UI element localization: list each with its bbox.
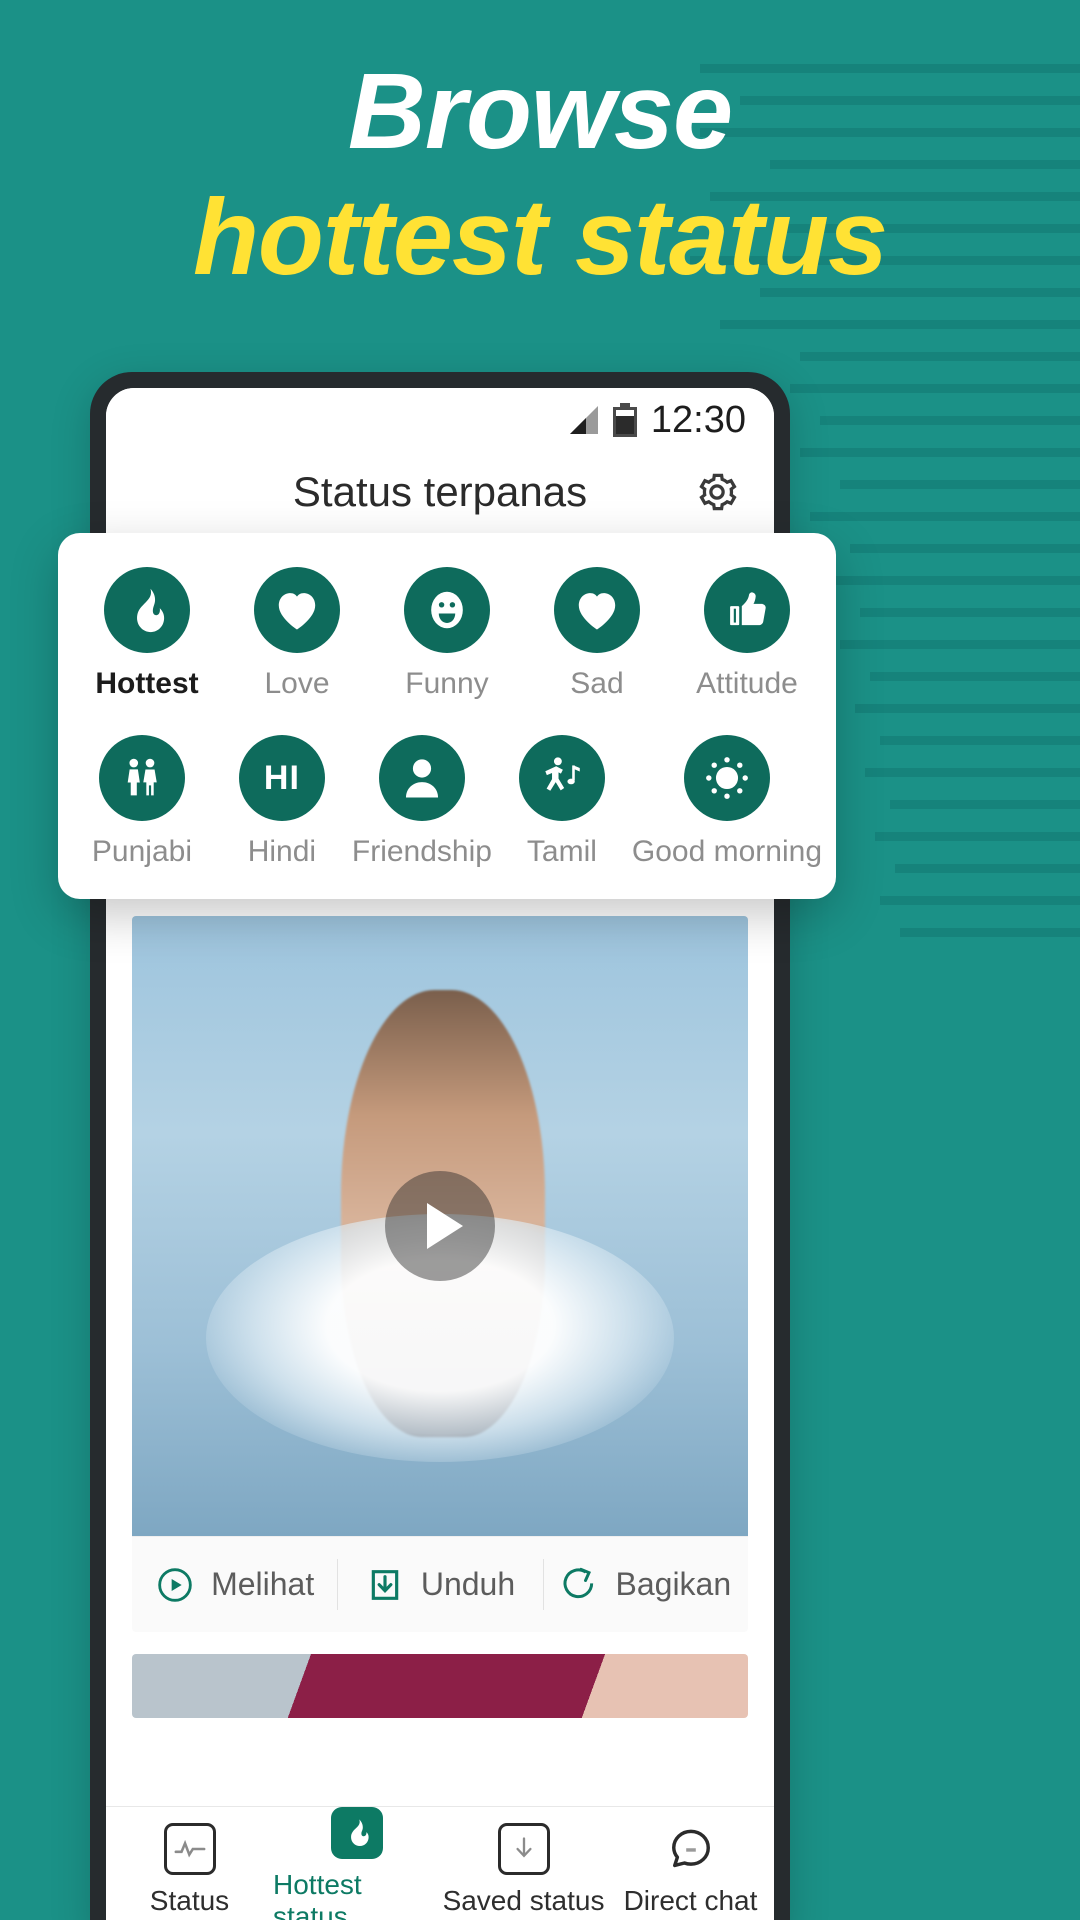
category-label: Hindi (247, 835, 317, 868)
category-hottest[interactable]: Hottest (72, 567, 222, 701)
thumbs-up-icon (704, 567, 790, 653)
share-action-button[interactable]: Bagikan (542, 1537, 748, 1632)
category-label: Funny (405, 667, 489, 700)
nav-label-saved-status: Saved status (442, 1884, 605, 1916)
two-people-icon (98, 735, 185, 821)
nav-label-direct-chat: Direct chat (623, 1884, 758, 1916)
status-thumbnail[interactable] (132, 1654, 748, 1718)
heart-icon (554, 567, 640, 653)
flame-icon (104, 567, 190, 653)
heart-icon (254, 567, 340, 653)
app-bar: Status terpanas (106, 446, 774, 538)
person-icon (378, 735, 465, 821)
gear-icon[interactable] (694, 469, 740, 515)
bottom-navigation: Status Hottest status Saved status Direc… (106, 1806, 774, 1920)
category-label: Hottest (95, 667, 199, 700)
signal-bars-icon (569, 406, 598, 434)
play-overlay-button[interactable] (385, 1171, 495, 1281)
status-thumbnail[interactable] (132, 916, 748, 1536)
category-label: Love (264, 667, 330, 700)
hi-text-icon: HI (238, 735, 325, 821)
nav-item-saved-status[interactable]: Saved status (440, 1822, 607, 1917)
page-title: Status terpanas (292, 468, 588, 515)
download-icon (371, 1569, 399, 1600)
view-action-label: Melihat (211, 1566, 315, 1602)
hero-headline: Browse hottest status (0, 48, 1080, 301)
battery-icon (612, 403, 637, 437)
category-friendship[interactable]: Friendship (352, 735, 492, 869)
view-action-button[interactable]: Melihat (132, 1537, 337, 1632)
category-label: Sad (570, 667, 624, 700)
category-attitude[interactable]: Attitude (672, 567, 822, 701)
category-funny[interactable]: Funny (372, 567, 522, 701)
sun-icon (683, 735, 770, 821)
nav-label-status: Status (149, 1884, 230, 1916)
dancer-note-icon (518, 735, 605, 821)
category-label: Punjabi (91, 835, 192, 868)
headline-line-1: Browse (347, 50, 733, 171)
category-row-1: Hottest Love Funny Sad Attitude (72, 567, 822, 701)
share-action-label: Bagikan (615, 1566, 732, 1602)
status-card[interactable] (132, 1654, 748, 1718)
category-panel: Hottest Love Funny Sad Attitude Punjabi … (58, 533, 836, 899)
share-icon (563, 1567, 593, 1598)
chat-icon (665, 1823, 717, 1875)
category-sad[interactable]: Sad (522, 567, 672, 701)
category-label: Friendship (351, 835, 492, 868)
headline-line-2: hottest status (192, 176, 888, 298)
category-label: Tamil (526, 835, 597, 868)
category-label: Good morning (631, 835, 822, 868)
category-tamil[interactable]: Tamil (492, 735, 632, 869)
status-card[interactable]: Melihat Unduh Bagikan (132, 916, 748, 1632)
download-icon (497, 1822, 550, 1875)
smiley-icon (404, 567, 490, 653)
download-action-button[interactable]: Unduh (337, 1537, 542, 1632)
card-actions: Melihat Unduh Bagikan (132, 1536, 748, 1632)
nav-item-hottest-status[interactable]: Hottest status (273, 1806, 440, 1920)
download-action-label: Unduh (420, 1566, 516, 1602)
pulse-icon (163, 1822, 216, 1875)
category-punjabi[interactable]: Punjabi (72, 735, 212, 869)
category-love[interactable]: Love (222, 567, 372, 701)
category-good-morning[interactable]: Good morning (632, 735, 822, 869)
category-label: Attitude (696, 667, 798, 700)
hi-text: HI (263, 758, 300, 797)
category-row-2: Punjabi HI Hindi Friendship Tamil Good m… (72, 735, 822, 869)
play-circle-icon (158, 1567, 192, 1602)
nav-item-direct-chat[interactable]: Direct chat (607, 1823, 774, 1917)
status-bar-time: 12:30 (650, 398, 746, 441)
flame-icon (330, 1806, 383, 1859)
status-bar: 12:30 (106, 388, 774, 446)
category-hindi[interactable]: HI Hindi (212, 735, 352, 869)
nav-item-status[interactable]: Status (106, 1822, 273, 1917)
nav-label-hottest-status: Hottest status (273, 1868, 362, 1920)
